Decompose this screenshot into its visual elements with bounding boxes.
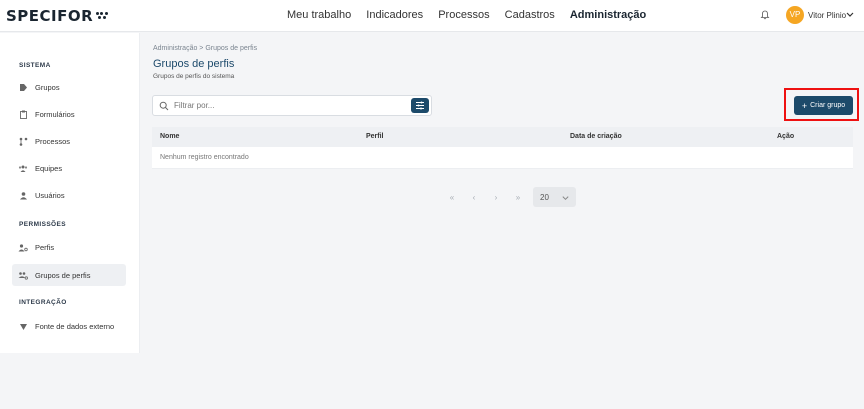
data-source-icon <box>18 321 28 331</box>
main-content: Administração > Grupos de perfis Grupos … <box>140 33 864 409</box>
nav-administracao[interactable]: Administração <box>570 9 646 21</box>
nav-indicadores[interactable]: Indicadores <box>366 9 423 21</box>
empty-message: Nenhum registro encontrado <box>160 154 249 161</box>
sidebar-item-fonte-de-dados-externo[interactable]: Fonte de dados externo <box>12 315 126 337</box>
nav-meu-trabalho[interactable]: Meu trabalho <box>287 9 351 21</box>
sidebar-item-formularios[interactable]: Formulários <box>12 103 126 125</box>
search-icon <box>159 101 169 111</box>
clipboard-icon <box>18 109 28 119</box>
profile-icon <box>18 242 28 252</box>
search-input[interactable]: Filtrar por... <box>152 95 432 116</box>
sidebar-item-grupos[interactable]: Grupos <box>12 76 126 98</box>
main-nav: Meu trabalho Indicadores Processos Cadas… <box>287 9 658 21</box>
groups-table: Nome Perfil Data de criação Ação Nenhum … <box>152 127 853 169</box>
avatar[interactable]: VP <box>786 6 804 24</box>
table-empty-row: Nenhum registro encontrado <box>152 147 853 169</box>
logo[interactable]: SPECIFOR <box>6 7 109 25</box>
sidebar-item-processos[interactable]: Processos <box>12 130 126 152</box>
sidebar-section-sistema: SISTEMA <box>19 62 51 69</box>
filter-button[interactable] <box>411 98 429 113</box>
plus-icon: + <box>801 100 808 111</box>
next-page-button[interactable]: › <box>485 193 507 202</box>
nav-cadastros[interactable]: Cadastros <box>505 9 555 21</box>
flow-icon <box>18 136 28 146</box>
column-header-perfil[interactable]: Perfil <box>366 133 384 140</box>
last-page-button[interactable]: » <box>507 193 529 202</box>
page-size-select[interactable]: 20 <box>533 187 576 207</box>
sidebar-item-grupos-de-perfis[interactable]: Grupos de perfis <box>12 264 126 286</box>
chevron-down-icon[interactable] <box>845 9 855 19</box>
create-group-button[interactable]: + Criar grupo <box>794 96 853 115</box>
breadcrumb[interactable]: Administração > Grupos de perfis <box>153 45 257 52</box>
search-placeholder: Filtrar por... <box>174 101 215 110</box>
profile-group-icon <box>18 270 28 280</box>
page-title: Grupos de perfis <box>153 58 235 70</box>
column-header-nome[interactable]: Nome <box>160 133 179 140</box>
user-icon <box>18 190 28 200</box>
user-name[interactable]: Vitor Plinio <box>808 11 846 20</box>
top-bar: SPECIFOR Meu trabalho Indicadores Proces… <box>0 0 864 32</box>
sidebar-item-usuarios[interactable]: Usuários <box>12 184 126 206</box>
sidebar-item-perfis[interactable]: Perfis <box>12 236 126 258</box>
tag-icon <box>18 82 28 92</box>
team-icon <box>18 163 28 173</box>
filter-icon <box>416 101 424 110</box>
pagination: « ‹ › » 20 <box>441 186 576 208</box>
chevron-down-icon <box>562 195 569 200</box>
logo-dots-icon <box>95 11 109 21</box>
sidebar: SISTEMA Grupos Formulários Processos Equ… <box>0 33 140 353</box>
prev-page-button[interactable]: ‹ <box>463 193 485 202</box>
nav-processos[interactable]: Processos <box>438 9 489 21</box>
first-page-button[interactable]: « <box>441 193 463 202</box>
column-header-data-de-criacao[interactable]: Data de criação <box>570 133 622 140</box>
bell-icon[interactable] <box>760 10 770 20</box>
sidebar-section-integracao: INTEGRAÇÃO <box>19 299 67 306</box>
column-header-acao: Ação <box>777 133 795 140</box>
table-header: Nome Perfil Data de criação Ação <box>152 127 853 147</box>
page-subtitle: Grupos de perfis do sistema <box>153 73 235 80</box>
sidebar-item-equipes[interactable]: Equipes <box>12 157 126 179</box>
sidebar-section-permissoes: PERMISSÕES <box>19 221 66 228</box>
